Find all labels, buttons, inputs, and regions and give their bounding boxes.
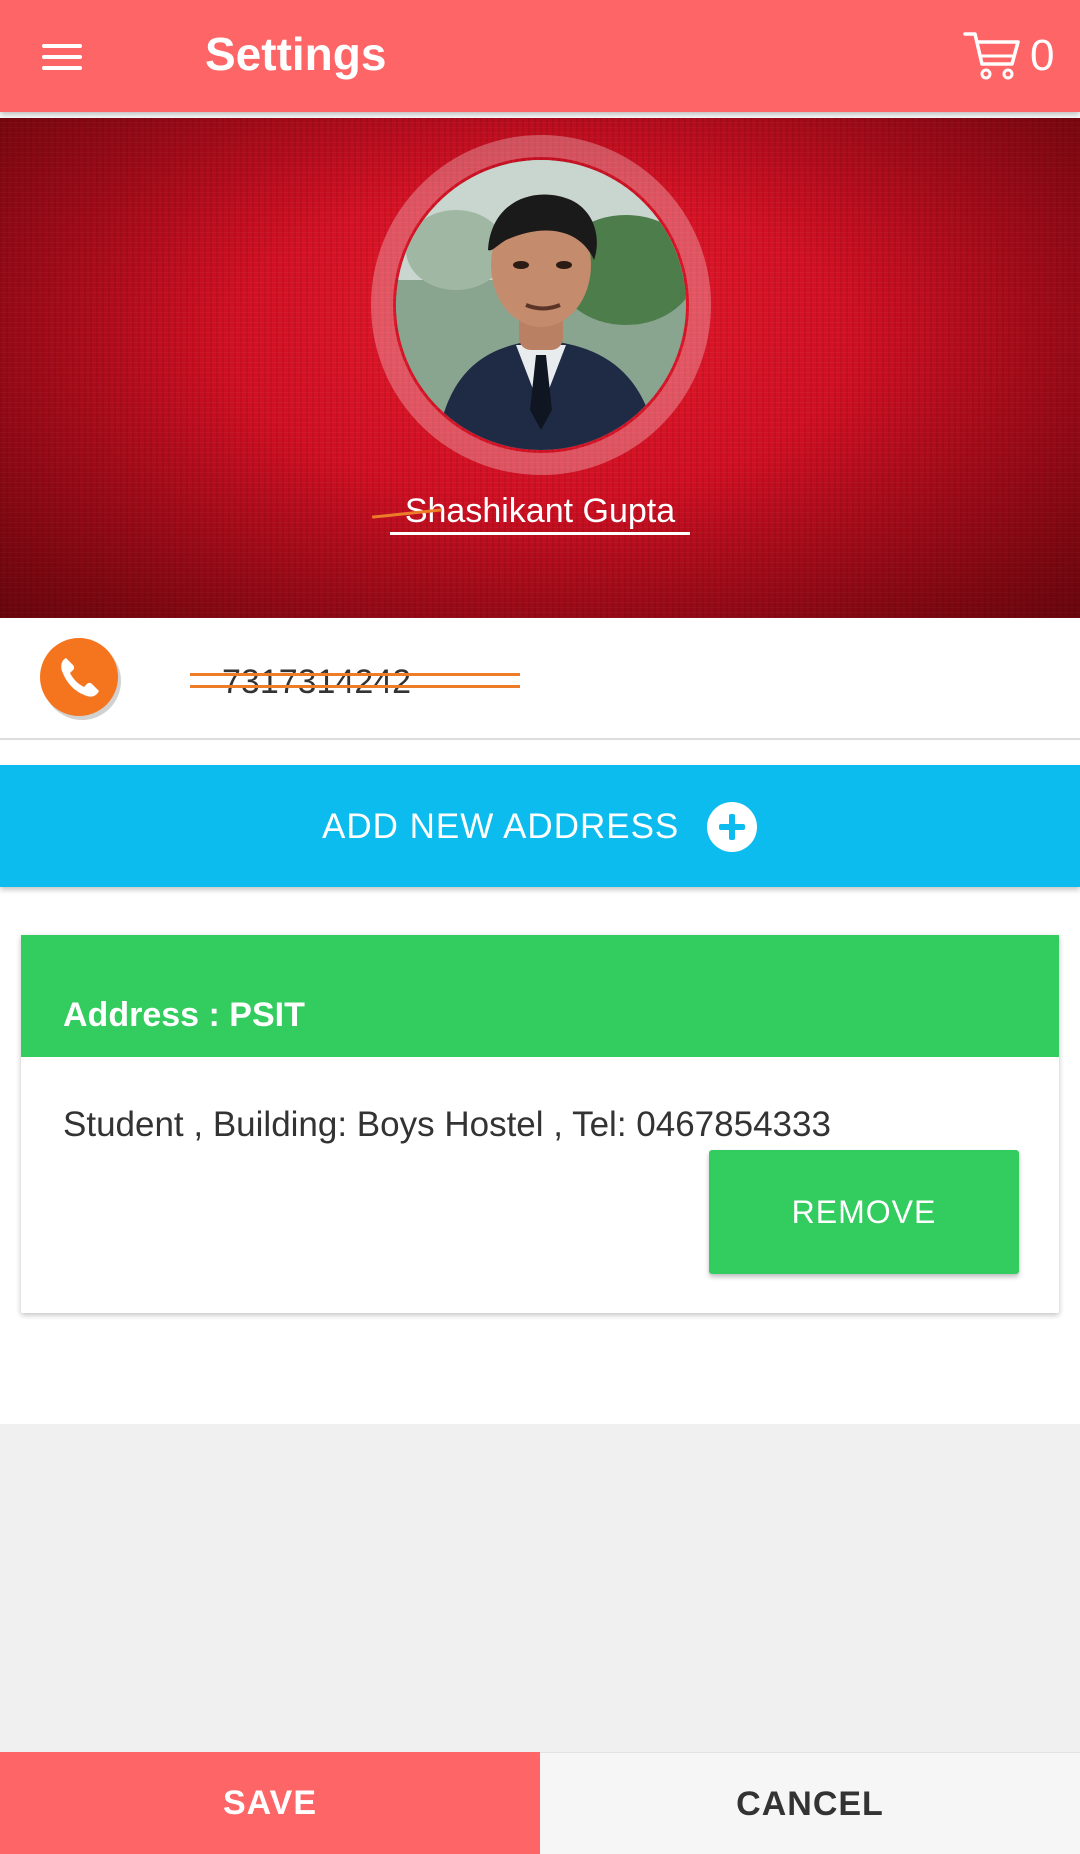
page-title: Settings xyxy=(205,28,387,80)
app-bar: Settings 0 xyxy=(0,0,1080,112)
avatar[interactable] xyxy=(396,160,686,450)
hamburger-menu-icon[interactable] xyxy=(30,26,94,86)
profile-name[interactable]: Shashikant Gupta xyxy=(390,490,690,535)
plus-circle-icon xyxy=(707,802,757,852)
shopping-cart-icon[interactable] xyxy=(962,28,1024,84)
add-address-label: ADD NEW ADDRESS xyxy=(322,807,680,846)
cancel-label: CANCEL xyxy=(736,1785,884,1823)
phone-number[interactable]: 7317314242 xyxy=(222,662,411,702)
remove-address-button[interactable]: REMOVE xyxy=(709,1150,1019,1274)
phone-redaction-line xyxy=(190,673,520,676)
cancel-button[interactable]: CANCEL xyxy=(540,1752,1080,1854)
add-new-address-button[interactable]: ADD NEW ADDRESS xyxy=(0,765,1080,887)
save-button[interactable]: SAVE xyxy=(0,1752,540,1854)
remove-label: REMOVE xyxy=(791,1194,937,1230)
cart-count-badge[interactable]: 0 xyxy=(1030,28,1054,84)
divider xyxy=(0,738,1080,740)
address-details: Student , Building: Boys Hostel , Tel: 0… xyxy=(63,1105,831,1144)
address-title: Address : PSIT xyxy=(63,996,305,1034)
save-label: SAVE xyxy=(222,1784,318,1822)
phone-redaction-line xyxy=(190,685,520,688)
address-card: Address : PSIT Student , Building: Boys … xyxy=(21,935,1059,1313)
address-card-header: Address : PSIT xyxy=(21,935,1059,1057)
phone-icon xyxy=(40,638,118,716)
